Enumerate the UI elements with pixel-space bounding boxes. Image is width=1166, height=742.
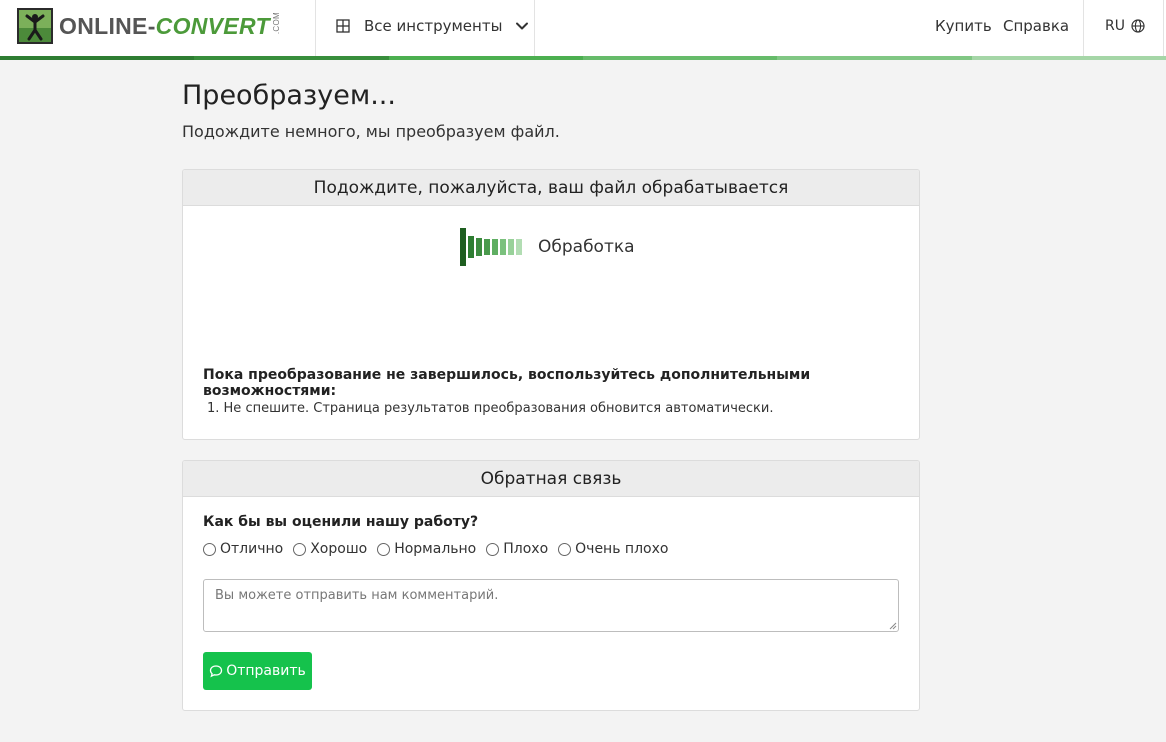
logo-text-com: .COM (271, 11, 281, 35)
comment-textarea[interactable]: Вы можете отправить нам комментарий. (203, 579, 899, 632)
processing-indicator: Обработка (460, 228, 635, 266)
send-feedback-label: Отправить (226, 663, 306, 679)
rating-option-label: Нормально (394, 541, 477, 557)
stripe-segment (0, 56, 195, 60)
radio-button[interactable] (486, 542, 500, 556)
feedback-card: Обратная связь Как бы вы оценили нашу ра… (182, 460, 920, 711)
feedback-card-header: Обратная связь (183, 461, 919, 497)
all-tools-dropdown[interactable]: Все инструменты (336, 0, 529, 52)
hint-item: 1. Не спешите. Страница результатов прео… (207, 401, 774, 416)
rating-question: Как бы вы оценили нашу работу? (203, 514, 479, 530)
globe-icon (1131, 19, 1145, 33)
stripe-segment (777, 56, 972, 60)
rating-option-good[interactable]: Хорошо (293, 541, 367, 557)
help-link[interactable]: Справка (1003, 0, 1069, 52)
resize-handle-icon[interactable] (888, 621, 897, 630)
rating-option-label: Хорошо (310, 541, 368, 557)
rating-option-bad[interactable]: Плохо (486, 541, 548, 557)
processing-status-label: Обработка (538, 237, 635, 257)
grid-icon (336, 19, 350, 33)
progress-stripe (0, 56, 1166, 60)
loading-bars-icon (460, 228, 524, 266)
speech-bubble-icon (210, 665, 223, 678)
rating-option-label: Отлично (220, 541, 284, 557)
radio-button[interactable] (558, 542, 572, 556)
nav-divider (534, 0, 535, 56)
rating-option-normal[interactable]: Нормально (377, 541, 476, 557)
send-feedback-button[interactable]: Отправить (203, 652, 312, 690)
hint-title: Пока преобразование не завершилось, восп… (203, 367, 811, 399)
nav-divider (1083, 0, 1084, 56)
processing-card-header: Подождите, пожалуйста, ваш файл обрабаты… (183, 170, 919, 206)
rating-option-label: Очень плохо (575, 541, 669, 557)
nav-divider (1163, 0, 1164, 56)
rating-option-very-bad[interactable]: Очень плохо (558, 541, 668, 557)
processing-card: Подождите, пожалуйста, ваш файл обрабаты… (182, 169, 920, 440)
stripe-segment (582, 56, 778, 60)
logo-text-online: ONLINE- (59, 13, 156, 40)
language-selector[interactable]: RU (1105, 0, 1145, 52)
stripe-segment (194, 56, 389, 60)
radio-button[interactable] (293, 542, 307, 556)
rating-option-excellent[interactable]: Отлично (203, 541, 283, 557)
page-subtitle: Подождите немного, мы преобразуем файл. (182, 122, 560, 141)
radio-button[interactable] (203, 542, 216, 556)
logo-icon (17, 8, 53, 44)
stripe-segment (388, 56, 583, 60)
page-title: Преобразуем... (182, 80, 396, 111)
top-navbar: ONLINE- CONVERT .COM Все инструменты Куп… (0, 0, 1166, 56)
rating-options: Отлично Хорошо Нормально Плохо Очень пло… (203, 541, 678, 557)
buy-link[interactable]: Купить (935, 0, 992, 52)
language-label: RU (1105, 18, 1125, 34)
site-logo[interactable]: ONLINE- CONVERT .COM (17, 8, 281, 44)
logo-text-convert: CONVERT (155, 13, 270, 40)
comment-placeholder: Вы можете отправить нам комментарий. (215, 588, 499, 603)
stripe-segment (971, 56, 1166, 60)
nav-divider (315, 0, 316, 56)
all-tools-label: Все инструменты (364, 17, 503, 35)
radio-button[interactable] (377, 542, 391, 556)
chevron-down-icon (516, 22, 529, 30)
rating-option-label: Плохо (503, 541, 549, 557)
